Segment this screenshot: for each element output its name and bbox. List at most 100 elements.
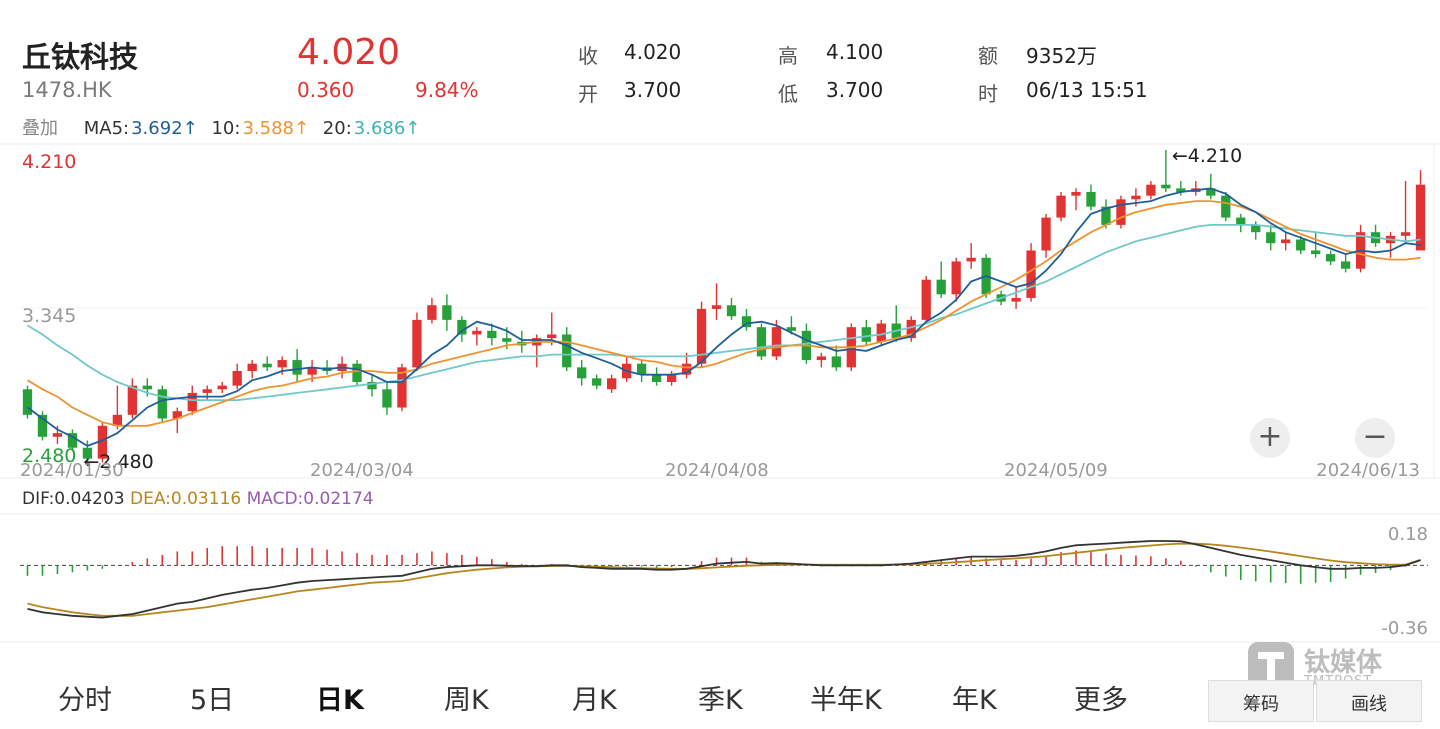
candle-body bbox=[247, 363, 257, 372]
candle-body bbox=[427, 305, 437, 320]
x-tick-label: 2024/06/13 bbox=[1316, 460, 1420, 481]
candle-body bbox=[1116, 199, 1126, 225]
candle-body bbox=[502, 338, 512, 342]
candle-body bbox=[412, 319, 422, 368]
candle-body bbox=[22, 389, 33, 415]
candle-body bbox=[562, 334, 572, 368]
x-tick-label: 2024/05/09 bbox=[1004, 460, 1108, 481]
candle-body bbox=[1400, 232, 1411, 236]
time-label: 时 bbox=[978, 82, 998, 106]
y-axis-mid-label: 3.345 bbox=[22, 305, 76, 327]
chips-button[interactable]: 筹码 bbox=[1208, 680, 1314, 722]
close-value: 4.020 bbox=[624, 40, 682, 64]
candle-body bbox=[1236, 217, 1246, 225]
tab-intraday[interactable]: 分时 bbox=[58, 678, 112, 717]
candle-body bbox=[816, 356, 827, 361]
price-change: 0.360 bbox=[297, 78, 355, 102]
low-label: 低 bbox=[778, 82, 798, 106]
candle-body bbox=[217, 385, 227, 390]
candle-body bbox=[1325, 254, 1336, 262]
candle-body bbox=[382, 389, 392, 408]
ma5-label: MA5: bbox=[83, 118, 130, 139]
candle-body bbox=[1146, 184, 1156, 196]
candle-body bbox=[547, 334, 557, 339]
time-value: 06/13 15:51 bbox=[1026, 78, 1148, 102]
candle-body bbox=[771, 327, 782, 357]
draw-line-button[interactable]: 画线 bbox=[1316, 680, 1422, 722]
tab-yearly[interactable]: 年K bbox=[952, 678, 997, 717]
open-label: 开 bbox=[578, 82, 598, 106]
ma-legend: 叠加 MA5: 3.692↑ 10: 3.588↑ 20: 3.686↑ bbox=[22, 114, 422, 140]
candle-body bbox=[861, 327, 871, 342]
kline-chart[interactable]: 4.2103.3452.480←4.210←2.4802024/01/30 202… bbox=[0, 140, 1440, 650]
y-axis-max-label: 4.210 bbox=[22, 151, 76, 173]
macd-max-label: 0.18 bbox=[1388, 524, 1428, 545]
candle-body bbox=[1311, 250, 1321, 255]
tab-more[interactable]: 更多 bbox=[1074, 678, 1128, 717]
macd-value: MACD:0.02174 bbox=[247, 489, 374, 509]
candle-body bbox=[966, 257, 976, 262]
candle-body bbox=[1071, 192, 1081, 196]
macd-header: DIF:0.04203 DEA:0.03116 MACD:0.02174 bbox=[22, 489, 374, 509]
candle-body bbox=[577, 367, 587, 379]
tab-weekly[interactable]: 周K bbox=[444, 678, 489, 717]
macd-layer: DIF:0.04203 DEA:0.03116 MACD:0.02174 0.1… bbox=[20, 489, 1428, 639]
ma20-value: 3.686↑ bbox=[353, 118, 421, 139]
candle-body bbox=[936, 279, 946, 295]
candle-body bbox=[277, 360, 287, 368]
candle-body bbox=[1086, 192, 1096, 207]
candle-body bbox=[52, 433, 63, 437]
candle-body bbox=[756, 327, 767, 357]
open-value: 3.700 bbox=[624, 78, 682, 102]
tab-daily[interactable]: 日K bbox=[316, 678, 364, 717]
candle-body bbox=[951, 261, 961, 295]
candle-body bbox=[457, 319, 467, 335]
max-price-annotation: ←4.210 bbox=[1172, 145, 1242, 167]
candle-body bbox=[592, 378, 602, 386]
candle-body bbox=[1266, 232, 1276, 244]
high-value: 4.100 bbox=[826, 40, 884, 64]
overlay-button[interactable]: 叠加 bbox=[22, 118, 58, 139]
stock-name: 丘钛科技 bbox=[22, 40, 139, 74]
dea-value: DEA:0.03116 bbox=[130, 489, 247, 509]
x-tick-label: 2024/01/30 bbox=[20, 460, 124, 481]
candle-body bbox=[232, 371, 242, 386]
bottom-tools: 筹码 画线 bbox=[1208, 680, 1422, 722]
candle-body bbox=[1011, 297, 1021, 302]
ma5-value: 3.692↑ bbox=[131, 118, 198, 139]
last-price: 4.020 bbox=[297, 32, 401, 73]
candle-body bbox=[1281, 239, 1291, 244]
candle-body bbox=[472, 330, 482, 335]
low-value: 3.700 bbox=[826, 78, 884, 102]
tab-halfyear[interactable]: 半年K bbox=[810, 678, 882, 717]
ma5-line bbox=[26, 187, 1421, 447]
candle-body bbox=[292, 360, 302, 375]
candle-body bbox=[607, 378, 617, 390]
candle-body bbox=[202, 389, 212, 393]
candle-body bbox=[487, 330, 497, 339]
candle-body bbox=[1026, 250, 1036, 298]
ma10-value: 3.588↑ bbox=[242, 118, 310, 139]
price-change-pct: 9.84% bbox=[415, 78, 479, 102]
zoom-out-button[interactable]: − bbox=[1355, 418, 1395, 458]
turnover-label: 额 bbox=[978, 44, 998, 68]
tab-5day[interactable]: 5日 bbox=[190, 678, 234, 717]
dif-value: DIF:0.04203 bbox=[22, 489, 130, 509]
high-label: 高 bbox=[778, 44, 798, 68]
candle-body bbox=[876, 323, 886, 342]
candle-body bbox=[187, 392, 197, 412]
candle-body bbox=[1131, 195, 1141, 200]
candle-body bbox=[1221, 195, 1231, 218]
close-label: 收 bbox=[578, 44, 598, 68]
macd-min-label: -0.36 bbox=[1381, 618, 1428, 639]
candle-body bbox=[1041, 217, 1051, 251]
candle-body bbox=[1056, 195, 1066, 218]
candle-body bbox=[831, 356, 841, 368]
zoom-in-button[interactable]: + bbox=[1250, 418, 1290, 458]
candle-body bbox=[262, 363, 272, 368]
candle-body bbox=[1340, 261, 1351, 269]
candle-body bbox=[921, 279, 931, 320]
tab-monthly[interactable]: 月K bbox=[572, 678, 617, 717]
tab-quarterly[interactable]: 季K bbox=[698, 678, 743, 717]
ma-lines-layer bbox=[26, 187, 1421, 447]
